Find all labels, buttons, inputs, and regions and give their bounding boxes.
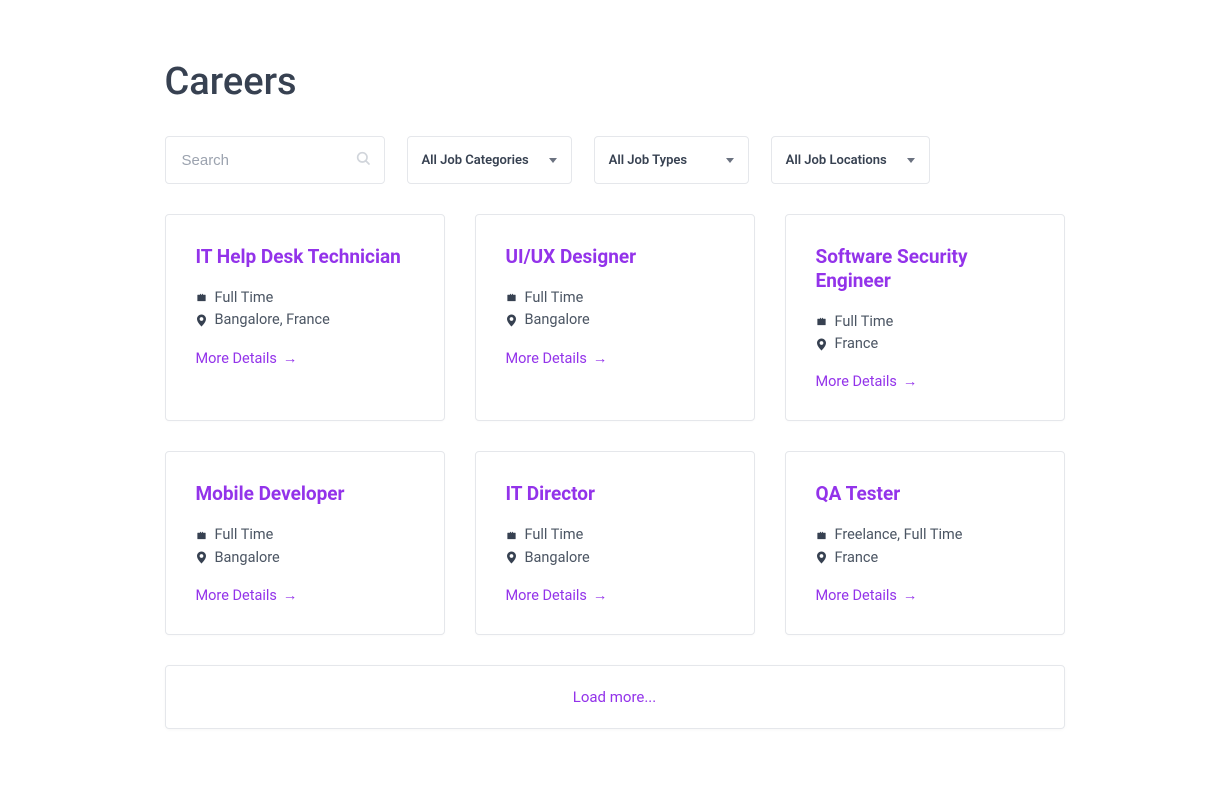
- chevron-down-icon: [726, 158, 734, 163]
- arrow-right-icon: →: [283, 350, 298, 367]
- filter-locations[interactable]: All Job Locations: [771, 136, 930, 184]
- job-location-row: Bangalore: [506, 309, 724, 331]
- job-type-row: Full Time: [506, 287, 724, 309]
- job-type-label: Full Time: [215, 287, 274, 309]
- briefcase-icon: [506, 530, 517, 541]
- job-title[interactable]: IT Director: [506, 482, 724, 506]
- more-details-label: More Details: [816, 587, 897, 604]
- arrow-right-icon: →: [903, 373, 918, 390]
- more-details-label: More Details: [816, 373, 897, 390]
- job-type-row: Full Time: [196, 287, 414, 309]
- more-details-link[interactable]: More Details →: [506, 587, 608, 604]
- location-pin-icon: [196, 551, 207, 564]
- location-pin-icon: [506, 551, 517, 564]
- location-pin-icon: [816, 551, 827, 564]
- job-card: QA Tester Freelance, Full Time France Mo…: [785, 451, 1065, 635]
- more-details-link[interactable]: More Details →: [816, 373, 918, 390]
- job-location-label: France: [835, 333, 879, 355]
- more-details-link[interactable]: More Details →: [506, 350, 608, 367]
- job-location-label: Bangalore: [525, 547, 590, 569]
- job-title[interactable]: Mobile Developer: [196, 482, 414, 506]
- more-details-label: More Details: [196, 350, 277, 367]
- job-type-label: Freelance, Full Time: [835, 524, 963, 546]
- arrow-right-icon: →: [593, 587, 608, 604]
- job-location-row: Bangalore, France: [196, 309, 414, 331]
- more-details-link[interactable]: More Details →: [196, 350, 298, 367]
- page-title: Careers: [165, 60, 1065, 104]
- location-pin-icon: [816, 338, 827, 351]
- search-wrap: [165, 136, 385, 184]
- job-card: Mobile Developer Full Time Bangalore Mor…: [165, 451, 445, 635]
- briefcase-icon: [196, 530, 207, 541]
- briefcase-icon: [506, 292, 517, 303]
- filter-categories[interactable]: All Job Categories: [407, 136, 572, 184]
- chevron-down-icon: [549, 158, 557, 163]
- job-title[interactable]: QA Tester: [816, 482, 1034, 506]
- briefcase-icon: [816, 316, 827, 327]
- job-location-row: France: [816, 547, 1034, 569]
- job-location-row: Bangalore: [196, 547, 414, 569]
- job-title[interactable]: UI/UX Designer: [506, 245, 724, 269]
- briefcase-icon: [196, 292, 207, 303]
- job-type-row: Freelance, Full Time: [816, 524, 1034, 546]
- job-location-row: France: [816, 333, 1034, 355]
- arrow-right-icon: →: [903, 587, 918, 604]
- filter-types-label: All Job Types: [609, 153, 687, 168]
- job-location-label: Bangalore: [525, 309, 590, 331]
- arrow-right-icon: →: [593, 350, 608, 367]
- load-more-label: Load more...: [573, 688, 656, 706]
- job-card: IT Director Full Time Bangalore More Det…: [475, 451, 755, 635]
- more-details-label: More Details: [506, 587, 587, 604]
- job-type-label: Full Time: [525, 287, 584, 309]
- filter-types[interactable]: All Job Types: [594, 136, 749, 184]
- job-card: IT Help Desk Technician Full Time Bangal…: [165, 214, 445, 421]
- more-details-link[interactable]: More Details →: [196, 587, 298, 604]
- chevron-down-icon: [907, 158, 915, 163]
- job-card: UI/UX Designer Full Time Bangalore More …: [475, 214, 755, 421]
- job-location-label: Bangalore: [215, 547, 280, 569]
- filters-bar: All Job Categories All Job Types All Job…: [165, 136, 1065, 184]
- job-title[interactable]: IT Help Desk Technician: [196, 245, 414, 269]
- search-input[interactable]: [165, 136, 385, 184]
- location-pin-icon: [196, 314, 207, 327]
- job-type-row: Full Time: [816, 311, 1034, 333]
- more-details-label: More Details: [196, 587, 277, 604]
- location-pin-icon: [506, 314, 517, 327]
- job-location-label: France: [835, 547, 879, 569]
- job-type-label: Full Time: [215, 524, 274, 546]
- job-type-label: Full Time: [835, 311, 894, 333]
- filter-categories-label: All Job Categories: [422, 153, 529, 168]
- job-location-row: Bangalore: [506, 547, 724, 569]
- job-type-row: Full Time: [506, 524, 724, 546]
- arrow-right-icon: →: [283, 587, 298, 604]
- job-grid: IT Help Desk Technician Full Time Bangal…: [165, 214, 1065, 635]
- job-location-label: Bangalore, France: [215, 309, 330, 331]
- job-card: Software Security Engineer Full Time Fra…: [785, 214, 1065, 421]
- page-container: Careers All Job Categories All Job Types…: [145, 0, 1085, 769]
- more-details-link[interactable]: More Details →: [816, 587, 918, 604]
- job-type-row: Full Time: [196, 524, 414, 546]
- briefcase-icon: [816, 530, 827, 541]
- filter-locations-label: All Job Locations: [786, 153, 887, 168]
- more-details-label: More Details: [506, 350, 587, 367]
- job-title[interactable]: Software Security Engineer: [816, 245, 1034, 293]
- load-more-button[interactable]: Load more...: [165, 665, 1065, 729]
- job-type-label: Full Time: [525, 524, 584, 546]
